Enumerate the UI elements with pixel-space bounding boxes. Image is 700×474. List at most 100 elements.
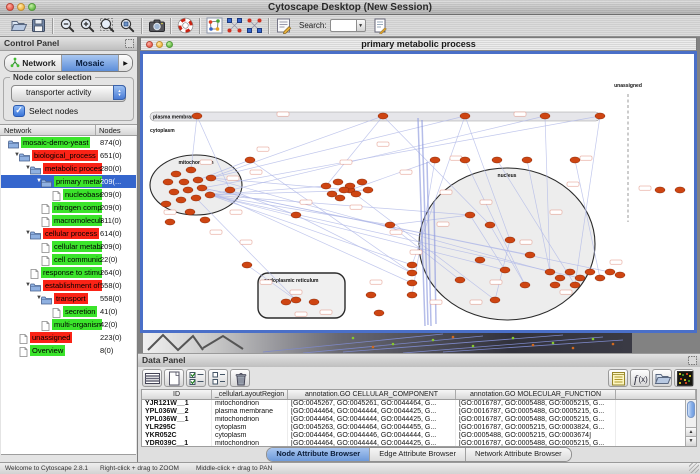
column-header[interactable]: ID (142, 390, 212, 399)
network-node[interactable] (165, 219, 175, 225)
network-graph[interactable]: plasma membranecytoplasmmitochondrionnuc… (143, 54, 694, 330)
region-plasma-membrane[interactable] (150, 112, 600, 121)
select-attributes-icon[interactable] (186, 369, 206, 387)
table-cell[interactable]: YPL036W__1 (142, 416, 212, 424)
table-cell[interactable]: [GO:0005488, GO:0005215, GO:0003674] (456, 432, 616, 440)
column-network[interactable]: Network (4, 125, 32, 136)
tab-mosaic[interactable]: Mosaic (62, 55, 119, 71)
tree-row[interactable]: ▼transport558(0) (1, 292, 136, 305)
network-node[interactable] (321, 183, 331, 189)
network-node[interactable] (455, 277, 465, 283)
network-node[interactable] (197, 185, 207, 191)
column-header[interactable]: annotation.GO CELLULAR_COMPONENT (288, 390, 456, 399)
network-node[interactable] (281, 299, 291, 305)
tree-row[interactable]: secretion41(0) (1, 305, 136, 318)
float-panel-icon[interactable] (125, 39, 134, 52)
table-cell[interactable]: [GO:0016787, GO:0005488, GO:0005215, G..… (456, 408, 616, 416)
tree-item-label[interactable]: multi-organism pro (52, 319, 102, 330)
link-network-nodes-icon[interactable] (244, 16, 264, 36)
tree-row[interactable]: ▼biological_process651(0) (1, 149, 136, 162)
network-node[interactable] (385, 222, 395, 228)
table-cell[interactable]: [GO:0044464, GO:0044444, GO:0044425, G..… (288, 416, 456, 424)
network-node[interactable] (242, 262, 252, 268)
network-node[interactable] (570, 282, 580, 288)
background-network-view[interactable] (143, 332, 632, 353)
network-node[interactable] (309, 299, 319, 305)
function-builder-icon[interactable]: f(x) (630, 369, 650, 387)
network-node[interactable] (570, 157, 580, 163)
network-node[interactable] (522, 157, 532, 163)
table-cell[interactable]: [GO:0044464, GO:0044444, GO:0044425, G..… (288, 408, 456, 416)
network-node[interactable] (366, 292, 376, 298)
tree-item-label[interactable]: nucleobase-co (63, 189, 102, 200)
network-node[interactable] (193, 177, 203, 183)
network-node[interactable] (520, 282, 530, 288)
tree-item-label[interactable]: cellular metabol (52, 241, 102, 252)
network-node[interactable] (339, 187, 349, 193)
table-cell[interactable]: cytoplasm (212, 424, 288, 432)
network-node[interactable] (575, 275, 585, 281)
network-node[interactable] (490, 297, 500, 303)
tree-item-label[interactable]: macromolecule (52, 215, 102, 226)
network-node[interactable] (407, 292, 417, 298)
network-node[interactable] (163, 179, 173, 185)
network-node[interactable] (460, 157, 470, 163)
search-input[interactable] (330, 19, 356, 32)
table-cell[interactable]: cytoplasm (212, 432, 288, 440)
network-node[interactable] (357, 179, 367, 185)
network-node[interactable] (205, 192, 215, 198)
network-node[interactable] (351, 191, 361, 197)
network-node[interactable] (291, 212, 301, 218)
network-node[interactable] (191, 195, 201, 201)
network-node[interactable] (200, 217, 210, 223)
table-cell[interactable]: plasma membrane (212, 408, 288, 416)
network-node[interactable] (378, 113, 388, 119)
attribute-matrix-icon[interactable] (674, 369, 694, 387)
tab-edge-attribute-browser[interactable]: Edge Attribute Browser (370, 448, 466, 461)
network-node[interactable] (545, 269, 555, 275)
tree-row[interactable]: macromolecule311(0) (1, 214, 136, 227)
search-dropdown-icon[interactable]: ▼ (356, 19, 366, 32)
table-row[interactable]: YLR295Ccytoplasm[GO:0045263, GO:0044464,… (142, 424, 696, 432)
network-node[interactable] (565, 269, 575, 275)
tree-item-label[interactable]: unassigned (30, 332, 72, 343)
column-nodes[interactable]: Nodes (99, 125, 121, 136)
tree-item-label[interactable]: nitrogen compou (52, 202, 102, 213)
delete-attribute-icon[interactable] (230, 369, 250, 387)
network-node[interactable] (595, 275, 605, 281)
table-cell[interactable]: mitochondrion (212, 400, 288, 408)
tree-item-label[interactable]: cellular process (43, 228, 99, 239)
table-cell[interactable]: mitochondrion (212, 416, 288, 424)
network-canvas[interactable]: plasma membranecytoplasmmitochondrionnuc… (140, 51, 697, 333)
close-view-icon[interactable] (146, 41, 153, 48)
zoom-fit-icon[interactable] (97, 16, 117, 36)
tree-row[interactable]: ▼metabolic process280(0) (1, 162, 136, 175)
network-node[interactable] (500, 267, 510, 273)
network-node[interactable] (475, 257, 485, 263)
resize-grip[interactable] (689, 463, 699, 473)
network-node[interactable] (550, 282, 560, 288)
tree-item-label[interactable]: primary metabol (54, 176, 102, 187)
network-node[interactable] (245, 157, 255, 163)
network-node[interactable] (179, 179, 189, 185)
save-icon[interactable] (28, 16, 48, 36)
new-attribute-icon[interactable] (164, 369, 184, 387)
tab-overflow-arrow-icon[interactable]: ▶ (119, 55, 132, 71)
tree-row[interactable]: multi-organism pro42(0) (1, 318, 136, 331)
table-cell[interactable]: [GO:0016787, GO:0005488, GO:0005215, G..… (456, 400, 616, 408)
tree-item-label[interactable]: cell communicati (52, 254, 102, 265)
network-node[interactable] (675, 187, 685, 193)
table-cell[interactable]: YJR121W__1 (142, 400, 212, 408)
column-divider[interactable] (95, 125, 96, 135)
network-node[interactable] (192, 113, 202, 119)
table-cell[interactable]: [GO:0016787, GO:0005215, GO:0003824, G..… (456, 424, 616, 432)
dropdown-stepper-icon[interactable]: ▲▼ (113, 85, 126, 100)
network-node[interactable] (171, 171, 181, 177)
network-node[interactable] (485, 222, 495, 228)
network-node[interactable] (615, 272, 625, 278)
network-node[interactable] (161, 201, 171, 207)
select-network-nodes-icon[interactable] (224, 16, 244, 36)
network-node[interactable] (585, 269, 595, 275)
table-row[interactable]: YPL036W__2plasma membrane[GO:0044464, GO… (142, 408, 696, 416)
network-node[interactable] (460, 113, 470, 119)
